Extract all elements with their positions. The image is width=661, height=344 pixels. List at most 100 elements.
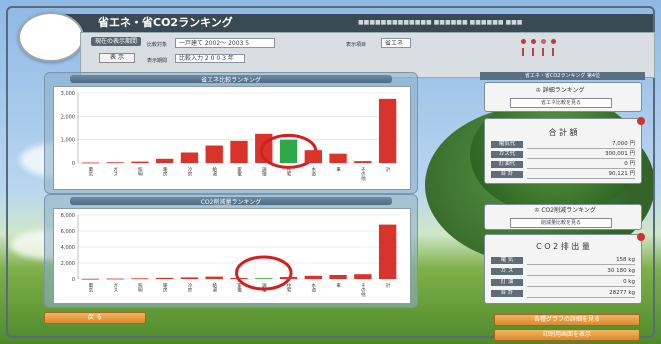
bar	[378, 224, 397, 279]
app-subtitle: ■■■■■■■■■■■■■ ■■■■■■ ■■■■■■ ■■■	[358, 19, 523, 26]
detail-ranking-button[interactable]: ♔ 詳細ランキング	[505, 87, 615, 95]
summary-row: 電気代 7,000 円	[491, 141, 635, 149]
x-tick-label: 暖房	[162, 282, 167, 294]
co2-bar-chart: 8,0006,0004,0002,0000電気 ガス 照明 暖房 冷房 給湯 家電 調理 住宅水…	[61, 213, 400, 298]
co2-view-button[interactable]: 削減量比較を見る	[510, 218, 612, 228]
right-header: 省エネ・省CO2ランキング 第4位	[480, 72, 645, 80]
marker-icon	[551, 39, 556, 44]
y-tick-label: 0	[72, 277, 75, 283]
x-tick-label: 電気	[88, 283, 93, 294]
summary-title: 合 計 額	[548, 128, 578, 137]
detail-ranking-label: 詳細ランキング	[542, 87, 585, 94]
x-tick-label: 暖房	[162, 166, 167, 178]
bar	[180, 277, 199, 279]
app-title: 省エネ・省CO2ランキング	[98, 16, 233, 29]
x-tick-label: 冷房	[187, 282, 192, 294]
graph-detail-button[interactable]: 各種グラフの詳細を見る	[494, 314, 640, 326]
legend-markers	[521, 37, 581, 67]
marker-icon	[541, 39, 546, 44]
co2-summary-title: C O 2 排 出 量	[536, 242, 590, 251]
bar	[131, 161, 149, 163]
marker-icon	[521, 39, 526, 44]
x-tick-label: 調理	[261, 166, 266, 177]
mode-field[interactable]: 省エネ	[381, 38, 411, 48]
compare-label: 表示期間	[147, 58, 168, 64]
compare-field[interactable]: 比較入力 2 0 0 3 年	[175, 54, 245, 63]
bar	[106, 278, 124, 280]
summary-row: 合 計 90,121 円	[491, 171, 635, 179]
back-button[interactable]: 戻 る	[44, 312, 146, 324]
bar	[304, 275, 322, 279]
x-tick-label: 家電	[237, 166, 242, 178]
x-tick-label: 給湯	[212, 282, 217, 294]
co2-row: 電 気 158 kg	[491, 257, 635, 265]
y-tick-label: 8,000	[61, 213, 75, 219]
bar	[304, 150, 322, 163]
x-tick-label: 車	[336, 282, 341, 289]
marker-bar	[552, 48, 554, 56]
co2-row: 灯 油0 kg	[491, 279, 635, 287]
bar	[205, 145, 223, 163]
logo	[18, 12, 84, 62]
marker-bar	[542, 48, 544, 56]
co2-summary-box: C O 2 排 出 量 電 気 158 kg ガ ス 30 180 kg 灯 油0 …	[484, 233, 645, 304]
marker-icon	[531, 39, 536, 44]
x-tick-label: 給湯	[212, 166, 217, 178]
x-tick-label: ガス	[113, 282, 118, 293]
y-tick-label: 6,000	[61, 229, 75, 235]
y-tick-label: 1,000	[61, 138, 75, 144]
co2-row: ガ ス 30 180 kg	[491, 268, 635, 276]
detail-view-button[interactable]: 省エネ比較を見る	[510, 98, 612, 108]
summary-row: 灯油代 0 円	[491, 161, 635, 169]
bar	[378, 98, 397, 163]
bar	[279, 277, 298, 279]
x-tick-label: 調理	[261, 282, 266, 293]
chart-panel-title: 省エネ比較ランキング	[70, 75, 392, 84]
x-tick-label: 冷房	[187, 166, 192, 178]
bar	[329, 275, 347, 279]
x-tick-label: 車	[336, 166, 341, 173]
title-bar: 省エネ・省CO2ランキング ■■■■■■■■■■■■■ ■■■■■■ ■■■■■…	[58, 14, 653, 32]
period-field[interactable]: 一戸建て 2002～ 2003 5	[175, 38, 275, 48]
co2-ranking-button[interactable]: ♔ CO2削減ランキング	[505, 207, 625, 215]
bar	[329, 153, 347, 163]
bar	[131, 278, 149, 280]
marker-bar	[522, 48, 524, 56]
x-tick-label: その他	[360, 283, 365, 298]
pin-icon	[637, 233, 645, 241]
x-tick-label: 電気	[88, 167, 93, 178]
bar	[205, 276, 223, 279]
summary-row: ガス代 300,001 円	[491, 151, 635, 159]
x-tick-label: 計	[385, 282, 390, 289]
period-change-button[interactable]: 現在の表示期間	[91, 37, 141, 46]
y-tick-label: 0	[72, 161, 75, 167]
ranking-icon: ♔	[535, 87, 543, 94]
summary-box: 合 計 額 電気代 7,000 円 ガス代 300,001 円 灯油代 0 円 合 計…	[484, 117, 645, 184]
bar	[180, 152, 199, 163]
chart-panel-energy: 省エネ比較ランキング 3,000 2,000 1,000 0 電気 ガス 照明 暖房 冷房 給湯 家…	[44, 72, 418, 194]
display-button[interactable]: 表 示	[99, 53, 135, 63]
detail-ranking-box: ♔ 詳細ランキング 省エネ比較を見る	[484, 82, 642, 112]
bar	[354, 161, 372, 163]
print-button[interactable]: 印刷用画面を表示	[494, 329, 640, 341]
co2-ranking-box: ♔ CO2削減ランキング 削減量比較を見る	[484, 204, 642, 230]
highlighted-bar	[255, 278, 273, 279]
chart-panel-title: CO2削減量ランキング	[70, 197, 392, 206]
bar	[354, 274, 372, 279]
x-tick-label: 水道	[311, 282, 316, 294]
marker-bar	[532, 48, 534, 56]
chart-area: 8,000 6,000 4,000 2,000 0 電気 ガス 照明 暖房 冷房 給湯 家電 調理 住宅水…	[53, 208, 411, 304]
x-tick-label: 照明	[137, 283, 142, 294]
period-label: 比較対象	[147, 42, 168, 48]
co2-row: 合 計 28277 kg	[491, 290, 635, 298]
x-tick-label: その他	[360, 167, 365, 182]
header: 省エネ・省CO2ランキング ■■■■■■■■■■■■■ ■■■■■■ ■■■■■…	[8, 8, 655, 78]
x-tick-label: 住宅	[286, 282, 291, 293]
chart-area: 3,000 2,000 1,000 0 電気 ガス 照明 暖房 冷房 給湯 家電 調理 住宅 水道車その他…	[53, 86, 411, 190]
x-tick-label: ガス	[113, 166, 118, 177]
pin-icon	[637, 117, 645, 125]
bar	[156, 277, 174, 279]
highlighted-bar	[279, 139, 298, 163]
y-tick-label: 2,000	[61, 114, 75, 120]
bar	[81, 162, 100, 164]
